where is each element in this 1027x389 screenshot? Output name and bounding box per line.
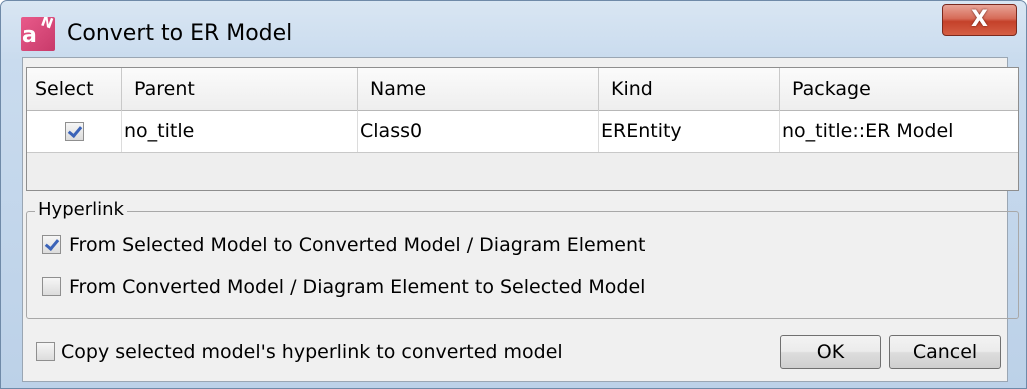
copy-hyperlink-label: Copy selected model's hyperlink to conve… — [61, 341, 563, 363]
title-bar[interactable]: aN Convert to ER Model X — [1, 1, 1026, 51]
hyperlink-group — [26, 211, 1019, 319]
column-header-parent[interactable]: Parent — [122, 68, 358, 111]
table-header: Select Parent Name Kind Package — [27, 68, 1018, 111]
copy-hyperlink-checkbox[interactable] — [36, 342, 55, 361]
name-cell: Class0 — [358, 111, 599, 152]
converted-to-selected-label: From Converted Model / Diagram Element t… — [69, 276, 646, 298]
window-title: Convert to ER Model — [67, 21, 293, 46]
parent-cell: no_title — [122, 111, 358, 152]
selected-to-converted-label: From Selected Model to Converted Model /… — [69, 234, 646, 256]
table-row[interactable]: no_title Class0 EREntity no_title::ER Mo… — [27, 111, 1018, 153]
column-header-name[interactable]: Name — [358, 68, 599, 111]
selected-to-converted-checkbox[interactable] — [42, 235, 61, 254]
package-cell: no_title::ER Model — [782, 120, 954, 142]
kind-cell: EREntity — [599, 111, 780, 152]
select-cell — [27, 111, 122, 152]
column-header-select[interactable]: Select — [27, 68, 122, 111]
copy-hyperlink-option[interactable]: Copy selected model's hyperlink to conve… — [36, 341, 563, 363]
dialog-content: Select Parent Name Kind Package no_title… — [22, 57, 1019, 382]
row-select-checkbox[interactable] — [65, 122, 84, 141]
close-icon: X — [971, 7, 988, 32]
hyperlink-option-converted-to-selected[interactable]: From Converted Model / Diagram Element t… — [42, 276, 645, 298]
hyperlink-option-selected-to-converted[interactable]: From Selected Model to Converted Model /… — [42, 234, 645, 256]
cancel-button[interactable]: Cancel — [889, 335, 1001, 369]
converted-to-selected-checkbox[interactable] — [42, 277, 61, 296]
app-logo-icon: aN — [21, 17, 55, 51]
ok-button[interactable]: OK — [780, 335, 881, 369]
conversion-table: Select Parent Name Kind Package no_title… — [26, 67, 1019, 191]
hyperlink-group-label: Hyperlink — [35, 199, 127, 221]
column-header-package[interactable]: Package — [780, 68, 1018, 111]
close-button[interactable]: X — [942, 4, 1017, 36]
convert-to-er-model-dialog: aN Convert to ER Model X Select Parent N… — [0, 0, 1027, 389]
column-header-kind[interactable]: Kind — [599, 68, 780, 111]
